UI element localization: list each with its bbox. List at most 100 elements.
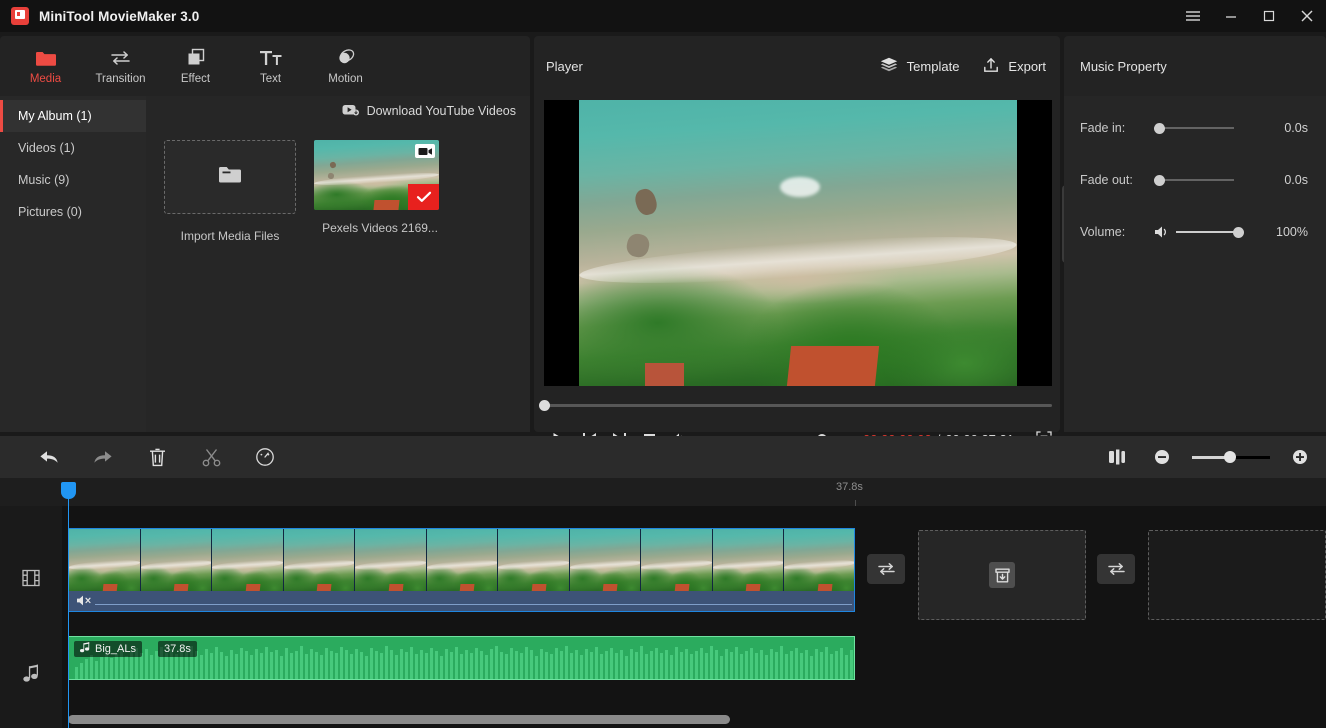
media-item-thumbnail[interactable]	[314, 140, 439, 210]
close-icon[interactable]	[1288, 0, 1326, 32]
undo-arrow-icon[interactable]	[22, 436, 76, 478]
video-preview-stage[interactable]	[544, 100, 1052, 386]
fade-out-track	[1154, 179, 1234, 181]
fade-in-label: Fade in:	[1080, 121, 1154, 135]
minimize-icon[interactable]	[1212, 0, 1250, 32]
upload-icon	[983, 57, 999, 76]
seek-track[interactable]	[544, 404, 1052, 407]
ruler-end-label: 37.8s	[836, 481, 863, 493]
category-my-album[interactable]: My Album (1)	[0, 100, 146, 132]
audio-clip-name: Big_ALs	[95, 643, 136, 655]
seek-knob[interactable]	[539, 400, 550, 411]
audio-track-row[interactable]: Big_ALs 37.8s	[62, 636, 1326, 680]
import-media-dropzone[interactable]	[164, 140, 296, 214]
category-pictures[interactable]: Pictures (0)	[0, 196, 146, 228]
tab-media-label: Media	[30, 73, 61, 85]
download-youtube-button[interactable]: Download YouTube Videos	[342, 104, 516, 119]
main-tabs: Media Transition Effect Text	[0, 36, 530, 96]
tab-motion[interactable]: Motion	[308, 37, 383, 95]
fade-in-slider[interactable]	[1154, 122, 1234, 134]
fade-out-knob[interactable]	[1154, 175, 1165, 186]
video-track-row[interactable]	[62, 506, 1326, 616]
import-media-cell[interactable]: Import Media Files	[164, 140, 296, 243]
download-youtube-label: Download YouTube Videos	[367, 104, 516, 118]
timeline-ruler[interactable]: 0s 37.8s	[0, 478, 1326, 506]
preview-image	[579, 100, 1017, 386]
download-box-icon	[989, 562, 1015, 588]
player-title: Player	[546, 59, 583, 74]
category-music-label: Music (9)	[18, 173, 69, 187]
media-item[interactable]: Pexels Videos 2169...	[314, 140, 446, 243]
swap-arrows-icon	[110, 47, 131, 67]
audio-clip-duration: 37.8s	[158, 641, 197, 657]
split-view-icon[interactable]	[1102, 436, 1132, 478]
fade-in-value: 0.0s	[1252, 121, 1308, 135]
category-music[interactable]: Music (9)	[0, 164, 146, 196]
fade-out-slider[interactable]	[1154, 174, 1234, 186]
volume-row: Volume: 100%	[1064, 206, 1326, 258]
transition-button-1[interactable]	[867, 554, 905, 584]
category-my-album-label: My Album (1)	[18, 109, 92, 123]
import-media-label: Import Media Files	[164, 229, 296, 243]
tab-media[interactable]: Media	[8, 37, 83, 95]
music-property-title: Music Property	[1064, 36, 1326, 96]
timeline-zoom-slider[interactable]	[1192, 451, 1270, 463]
scissors-icon[interactable]	[184, 436, 238, 478]
tab-effect[interactable]: Effect	[158, 37, 233, 95]
template-button[interactable]: Template	[880, 57, 960, 75]
app-window: MiniTool MovieMaker 3.0 Media	[0, 0, 1326, 728]
export-label: Export	[1008, 59, 1046, 74]
volume-label: Volume:	[1080, 225, 1154, 239]
scrollbar-thumb[interactable]	[68, 715, 730, 724]
media-library-panel: Media Transition Effect Text	[0, 36, 530, 432]
media-item-label: Pexels Videos 2169...	[314, 221, 446, 235]
seek-bar[interactable]	[544, 396, 1052, 414]
menu-icon[interactable]	[1174, 0, 1212, 32]
window-title: MiniTool MovieMaker 3.0	[39, 9, 199, 24]
speaker-icon[interactable]	[1154, 225, 1176, 239]
zoom-in-icon[interactable]	[1288, 436, 1312, 478]
track-headers	[0, 506, 62, 728]
text-tt-icon	[259, 47, 283, 67]
folder-open-icon	[217, 164, 243, 190]
zoom-knob[interactable]	[1224, 451, 1236, 463]
zoom-out-icon[interactable]	[1150, 436, 1174, 478]
drop-zone-2[interactable]	[1148, 530, 1326, 620]
category-videos[interactable]: Videos (1)	[0, 132, 146, 164]
motion-ellipse-icon	[335, 47, 357, 67]
timeline-tracks[interactable]: Big_ALs 37.8s	[62, 506, 1326, 728]
maximize-icon[interactable]	[1250, 0, 1288, 32]
timeline-horizontal-scrollbar[interactable]	[62, 715, 1326, 725]
volume-track	[1176, 231, 1240, 233]
layers-icon	[880, 57, 898, 75]
video-clip-audio-bar	[69, 591, 854, 611]
speaker-mute-icon[interactable]	[76, 594, 93, 612]
tab-transition-label: Transition	[95, 73, 145, 85]
transition-button-2[interactable]	[1097, 554, 1135, 584]
playhead[interactable]	[68, 494, 69, 728]
volume-knob[interactable]	[1233, 227, 1244, 238]
minitool-logo-icon	[11, 7, 29, 25]
speed-gauge-icon[interactable]	[238, 436, 292, 478]
volume-slider[interactable]	[1176, 226, 1240, 238]
fade-in-knob[interactable]	[1154, 123, 1165, 134]
layers-square-icon	[186, 47, 206, 67]
youtube-download-icon	[342, 104, 359, 119]
window-controls	[1174, 0, 1326, 32]
redo-arrow-icon[interactable]	[76, 436, 130, 478]
playhead-handle[interactable]	[61, 482, 76, 499]
folder-icon	[35, 47, 56, 67]
audio-clip[interactable]: Big_ALs 37.8s	[68, 636, 855, 680]
trash-icon[interactable]	[130, 436, 184, 478]
video-clip[interactable]	[68, 528, 855, 612]
category-pictures-label: Pictures (0)	[18, 205, 82, 219]
check-icon[interactable]	[408, 184, 439, 210]
drop-zone-1[interactable]	[918, 530, 1086, 620]
player-header: Player Template Export	[534, 36, 1060, 96]
volume-value: 100%	[1252, 225, 1308, 239]
tab-transition[interactable]: Transition	[83, 37, 158, 95]
tab-text[interactable]: Text	[233, 37, 308, 95]
video-clip-waveform	[95, 604, 852, 606]
template-label: Template	[907, 59, 960, 74]
export-button[interactable]: Export	[983, 57, 1046, 76]
